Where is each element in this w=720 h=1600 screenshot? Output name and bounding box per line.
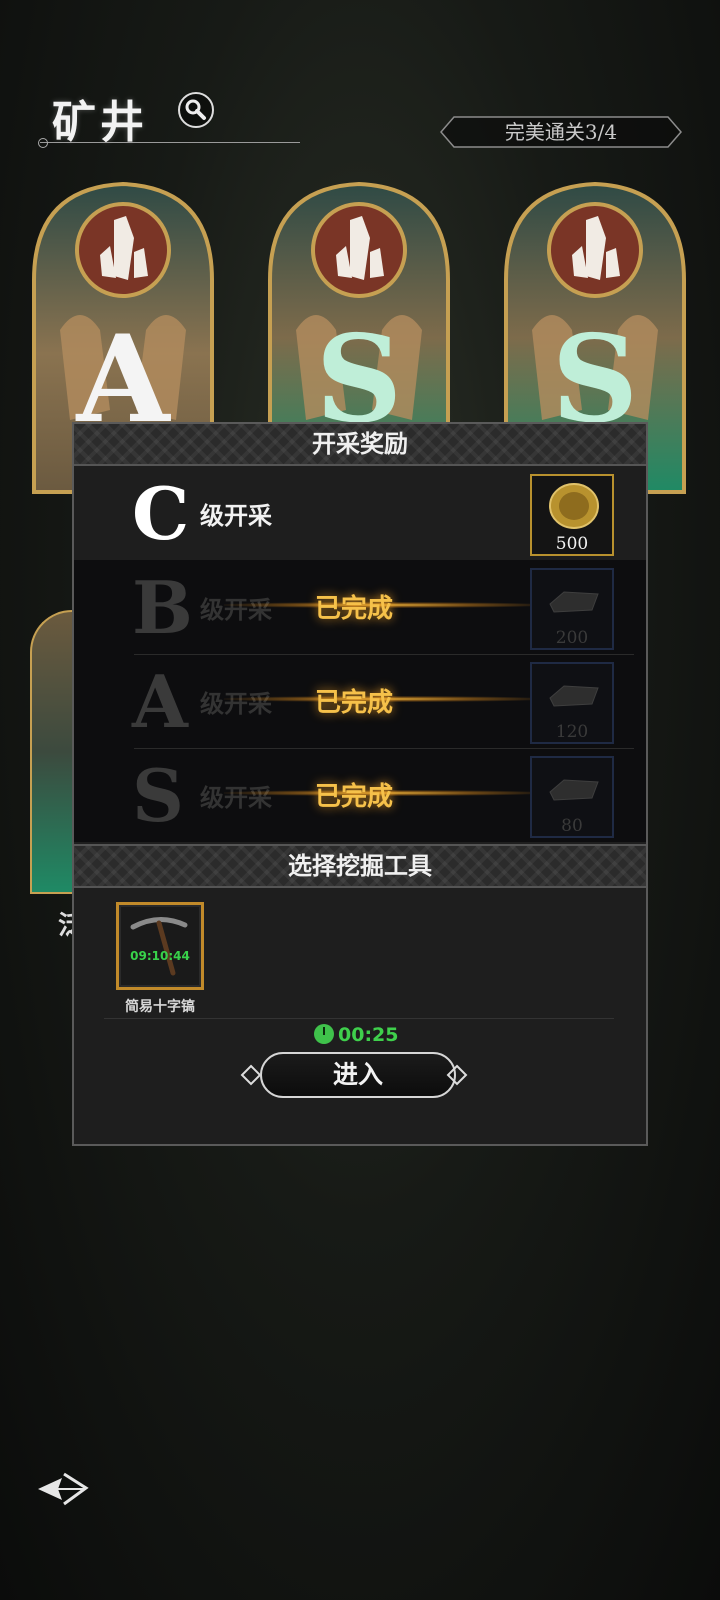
page-title: 矿井 <box>52 97 148 148</box>
tool-slot[interactable]: 09:10:44 <box>116 902 204 990</box>
reward-item-slot[interactable]: 80 <box>530 756 614 838</box>
reward-count: 200 <box>555 628 589 648</box>
back-arrow-icon <box>38 1472 89 1506</box>
reward-count: 120 <box>555 722 589 742</box>
title-underline <box>38 138 300 148</box>
completed-label: 已完成 <box>314 688 393 718</box>
reward-grade-letter: C <box>132 471 190 556</box>
reward-item-slot[interactable]: 120 <box>530 662 614 744</box>
ingot-icon <box>549 685 599 707</box>
reward-grade-letter: S <box>132 753 184 838</box>
divider <box>104 1018 614 1019</box>
reward-grade-text: 级开采 <box>200 502 272 530</box>
reward-row-b: B 级开采 已完成 200 <box>74 560 646 654</box>
reward-row-c: C 级开采 500 <box>74 466 646 560</box>
mine-card-4[interactable] <box>30 610 74 894</box>
countdown: 00:25 <box>314 1024 414 1048</box>
row-separator <box>134 748 634 749</box>
enter-button[interactable]: 进入 <box>260 1052 456 1098</box>
countdown-text: 00:25 <box>338 1024 399 1046</box>
completed-label: 已完成 <box>314 594 393 624</box>
completed-label: 已完成 <box>314 782 393 812</box>
clock-icon <box>314 1024 334 1044</box>
reward-row-a: A 级开采 已完成 120 <box>74 654 646 748</box>
diamond-ornament-icon <box>240 1064 262 1086</box>
reward-panel: 开采奖励 C 级开采 500 B 级开采 已完成 200 A 级开采 已完成 1… <box>72 422 648 1146</box>
reward-count: 500 <box>555 534 589 554</box>
tool-name: 简易十字镐 <box>125 999 195 1015</box>
row-separator <box>134 654 634 655</box>
reward-item-slot[interactable]: 500 <box>530 474 614 556</box>
perfect-clear-text: 完美通关3/4 <box>504 120 618 144</box>
page-header: 矿井 <box>38 80 300 150</box>
reward-item-slot[interactable]: 200 <box>530 568 614 650</box>
reward-row-s: S 级开采 已完成 80 <box>74 748 646 842</box>
tool-header: 选择挖掘工具 <box>74 844 646 888</box>
gold-coin-icon <box>549 483 599 529</box>
tool-timer: 09:10:44 <box>130 949 190 963</box>
reward-header: 开采奖励 <box>74 424 646 466</box>
ingot-icon <box>549 591 599 613</box>
back-button[interactable] <box>36 1468 92 1510</box>
reward-grade-letter: A <box>132 659 188 744</box>
search-icon <box>185 99 206 120</box>
reward-count: 80 <box>561 816 583 836</box>
pickaxe-icon <box>130 917 188 976</box>
perfect-clear-badge: 完美通关3/4 <box>440 116 682 148</box>
search-button[interactable] <box>178 92 214 128</box>
reward-grade-letter: B <box>132 565 193 650</box>
diamond-ornament-icon <box>446 1064 468 1086</box>
ingot-icon <box>549 779 599 801</box>
